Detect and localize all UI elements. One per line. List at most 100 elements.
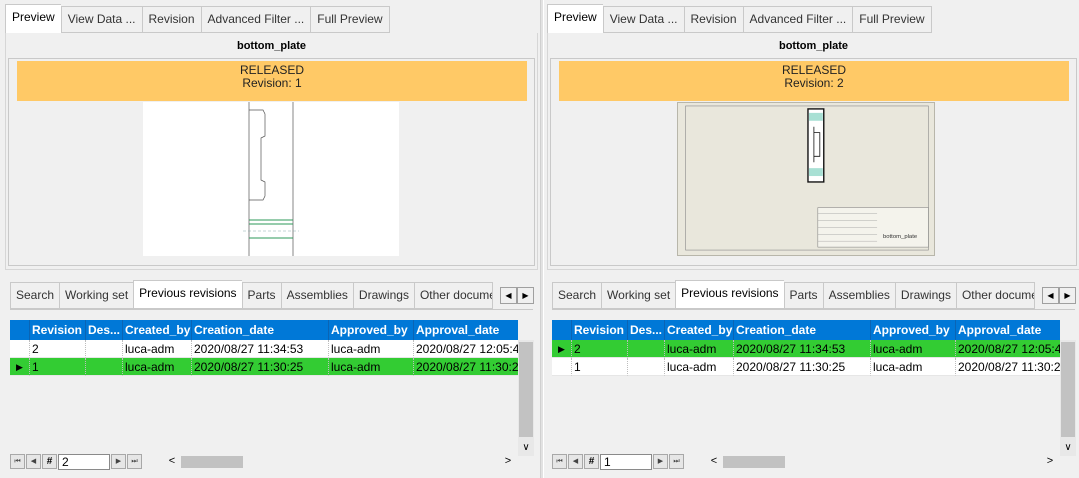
tab-advanced-filter[interactable]: Advanced Filter ... — [200, 6, 311, 33]
cell-revision[interactable]: 2 — [572, 340, 628, 358]
cell-revision[interactable]: 1 — [572, 358, 628, 376]
vertical-scroll-thumb[interactable] — [1061, 342, 1075, 437]
scroll-down-icon[interactable]: ∨ — [518, 440, 534, 456]
cell-creation-date[interactable]: 2020/08/27 11:30:25 — [734, 358, 871, 376]
tab-preview[interactable]: Preview — [5, 4, 61, 33]
col-revision[interactable]: Revision — [572, 320, 628, 340]
first-record-icon[interactable]: ⏮ — [552, 454, 567, 469]
record-navigator: ⏮ ◀ # 1 ▶ ⏭ — [552, 453, 685, 470]
cell-approval-date[interactable]: 2020/08/27 12:05:4 — [414, 340, 518, 358]
tab-drawings[interactable]: Drawings — [352, 282, 414, 309]
cell-approval-date[interactable]: 2020/08/27 11:30:2 — [956, 358, 1060, 376]
cell-revision[interactable]: 1 — [30, 358, 86, 376]
tab-search[interactable]: Search — [552, 282, 602, 309]
cell-approval-date[interactable]: 2020/08/27 11:30:2 — [414, 358, 518, 376]
cell-description[interactable] — [628, 340, 665, 358]
tab-scroll-left-icon[interactable]: ◀ — [1042, 287, 1059, 304]
cell-approved-by[interactable]: luca-adm — [871, 358, 956, 376]
cell-created-by[interactable]: luca-adm — [665, 358, 734, 376]
cell-creation-date[interactable]: 2020/08/27 11:34:53 — [734, 340, 871, 358]
horizontal-scroll-thumb[interactable] — [181, 456, 243, 468]
col-creation-date[interactable]: Creation_date — [192, 320, 329, 340]
cell-created-by[interactable]: luca-adm — [123, 340, 192, 358]
col-creation-date[interactable]: Creation_date — [734, 320, 871, 340]
tab-full-preview[interactable]: Full Preview — [310, 6, 390, 33]
table-row[interactable]: 2 luca-adm 2020/08/27 11:34:53 luca-adm … — [10, 340, 518, 358]
scroll-right-icon[interactable]: > — [501, 455, 515, 469]
tab-previous-revisions[interactable]: Previous revisions — [675, 280, 784, 309]
tab-scroll-right-icon[interactable]: ▶ — [517, 287, 534, 304]
vertical-scroll-thumb[interactable] — [519, 342, 533, 437]
cell-approval-date[interactable]: 2020/08/27 12:05:4 — [956, 340, 1060, 358]
cell-created-by[interactable]: luca-adm — [123, 358, 192, 376]
col-revision[interactable]: Revision — [30, 320, 86, 340]
col-approved-by[interactable]: Approved_by — [329, 320, 414, 340]
prev-record-icon[interactable]: ◀ — [26, 454, 41, 469]
tab-previous-revisions[interactable]: Previous revisions — [133, 280, 242, 309]
cell-created-by[interactable]: luca-adm — [665, 340, 734, 358]
tab-revision[interactable]: Revision — [141, 6, 201, 33]
cell-approved-by[interactable]: luca-adm — [329, 358, 414, 376]
tab-view-data[interactable]: View Data ... — [60, 6, 142, 33]
tab-parts[interactable]: Parts — [783, 282, 823, 309]
tab-full-preview[interactable]: Full Preview — [852, 6, 932, 33]
record-number-input[interactable]: 2 — [58, 453, 110, 470]
tab-drawings[interactable]: Drawings — [894, 282, 956, 309]
tab-other-documents[interactable]: Other documents — [413, 282, 493, 309]
panel-splitter[interactable] — [540, 0, 544, 478]
cell-description[interactable] — [86, 358, 123, 376]
tab-scroll-left-icon[interactable]: ◀ — [500, 287, 517, 304]
prev-record-icon[interactable]: ◀ — [568, 454, 583, 469]
tab-preview[interactable]: Preview — [547, 4, 603, 33]
cell-revision[interactable]: 2 — [30, 340, 86, 358]
grid-vertical-scrollbar[interactable]: ∨ — [1060, 340, 1076, 456]
next-record-icon[interactable]: ▶ — [653, 454, 668, 469]
tab-assemblies[interactable]: Assemblies — [280, 282, 353, 309]
tab-assemblies[interactable]: Assemblies — [822, 282, 895, 309]
tab-parts[interactable]: Parts — [241, 282, 281, 309]
tab-scroll-buttons: ◀ ▶ — [500, 287, 534, 304]
revisions-grid-area: Revision Des... Created_by Creation_date… — [552, 309, 1076, 456]
col-created-by[interactable]: Created_by — [123, 320, 192, 340]
table-row[interactable]: ▶ 2 luca-adm 2020/08/27 11:34:53 luca-ad… — [552, 340, 1060, 358]
last-record-icon[interactable]: ⏭ — [669, 454, 684, 469]
row-header-corner — [10, 320, 30, 340]
tab-scroll-buttons: ◀ ▶ — [1042, 287, 1076, 304]
tab-working-set[interactable]: Working set — [601, 282, 676, 309]
grid-horizontal-scrollbar[interactable]: < > — [707, 455, 1057, 469]
cell-creation-date[interactable]: 2020/08/27 11:30:25 — [192, 358, 329, 376]
record-number-input[interactable]: 1 — [600, 453, 652, 470]
cell-approved-by[interactable]: luca-adm — [871, 340, 956, 358]
table-row[interactable]: 1 luca-adm 2020/08/27 11:30:25 luca-adm … — [552, 358, 1060, 376]
scroll-right-icon[interactable]: > — [1043, 455, 1057, 469]
tab-working-set[interactable]: Working set — [59, 282, 134, 309]
row-pointer-icon: ▶ — [10, 358, 30, 376]
col-created-by[interactable]: Created_by — [665, 320, 734, 340]
col-description[interactable]: Des... — [86, 320, 123, 340]
last-record-icon[interactable]: ⏭ — [127, 454, 142, 469]
next-record-icon[interactable]: ▶ — [111, 454, 126, 469]
first-record-icon[interactable]: ⏮ — [10, 454, 25, 469]
tab-advanced-filter[interactable]: Advanced Filter ... — [742, 6, 853, 33]
scroll-left-icon[interactable]: < — [165, 455, 179, 469]
scroll-left-icon[interactable]: < — [707, 455, 721, 469]
col-approval-date[interactable]: Approval_date — [414, 320, 518, 340]
cell-approved-by[interactable]: luca-adm — [329, 340, 414, 358]
tab-search[interactable]: Search — [10, 282, 60, 309]
cell-creation-date[interactable]: 2020/08/27 11:34:53 — [192, 340, 329, 358]
col-approved-by[interactable]: Approved_by — [871, 320, 956, 340]
col-approval-date[interactable]: Approval_date — [956, 320, 1060, 340]
grid-vertical-scrollbar[interactable]: ∨ — [518, 340, 534, 456]
tab-scroll-right-icon[interactable]: ▶ — [1059, 287, 1076, 304]
tab-view-data[interactable]: View Data ... — [602, 6, 684, 33]
horizontal-scroll-thumb[interactable] — [723, 456, 785, 468]
col-description[interactable]: Des... — [628, 320, 665, 340]
cell-description[interactable] — [628, 358, 665, 376]
revisions-grid: Revision Des... Created_by Creation_date… — [10, 320, 518, 376]
tab-revision[interactable]: Revision — [683, 6, 743, 33]
grid-horizontal-scrollbar[interactable]: < > — [165, 455, 515, 469]
tab-other-documents[interactable]: Other documents — [955, 282, 1035, 309]
scroll-down-icon[interactable]: ∨ — [1060, 440, 1076, 456]
table-row[interactable]: ▶ 1 luca-adm 2020/08/27 11:30:25 luca-ad… — [10, 358, 518, 376]
cell-description[interactable] — [86, 340, 123, 358]
